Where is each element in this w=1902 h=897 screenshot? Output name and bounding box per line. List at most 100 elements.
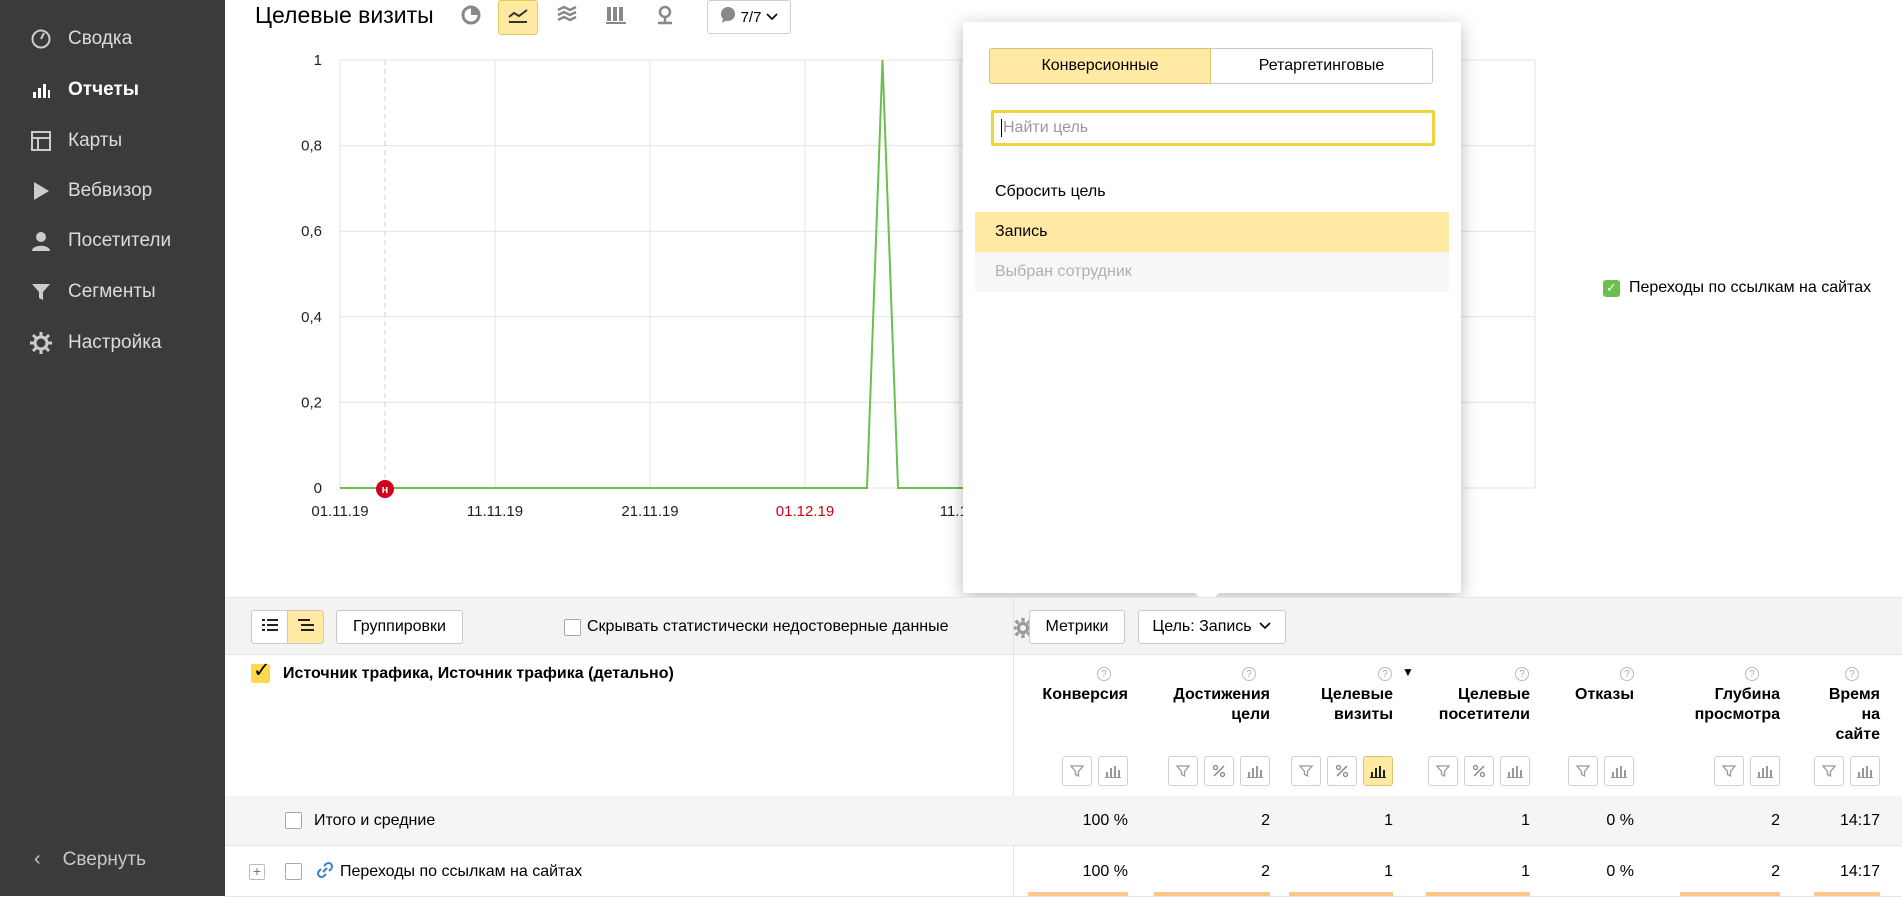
list-view-button[interactable] bbox=[251, 610, 288, 644]
chart-toggle-button[interactable] bbox=[1850, 756, 1880, 786]
metric-header-line: на bbox=[1861, 706, 1880, 723]
y-axis-ticks: 1 0,8 0,6 0,4 0,2 0 bbox=[301, 52, 322, 497]
hide-unreliable-label: Скрывать статистически недостоверные дан… bbox=[587, 618, 949, 635]
sort-desc-icon[interactable]: ▼ bbox=[1402, 665, 1414, 679]
metric-header-line: Достижения bbox=[1173, 686, 1270, 703]
help-icon[interactable]: ? bbox=[1745, 667, 1759, 681]
table-cell: 1 bbox=[1521, 863, 1530, 880]
y-tick-label: 1 bbox=[314, 52, 322, 69]
table-cell: 14:17 bbox=[1839, 812, 1880, 829]
report-toolbar: Группировки Скрывать статистически недос… bbox=[225, 597, 1902, 655]
goal-dropdown-button[interactable]: Цель: Запись bbox=[1138, 610, 1286, 644]
metric-header-line: Целевые bbox=[1320, 686, 1393, 703]
annotation-marker[interactable]: н bbox=[376, 480, 394, 498]
tab-conversion[interactable]: Конверсионные bbox=[989, 48, 1211, 84]
help-icon[interactable]: ? bbox=[1242, 667, 1256, 681]
link-icon bbox=[316, 861, 334, 884]
filter-button[interactable] bbox=[1568, 756, 1598, 786]
annotation-marker-label: н bbox=[382, 484, 389, 496]
y-tick-label: 0,8 bbox=[301, 138, 322, 155]
metric-header-line: Глубина bbox=[1714, 686, 1780, 703]
y-tick-label: 0,4 bbox=[301, 309, 322, 326]
goal-dropdown-label: Цель: Запись bbox=[1152, 618, 1252, 635]
goal-item-reset[interactable]: Сбросить цель bbox=[975, 172, 1449, 212]
grouping-header[interactable]: Источник трафика, Источник трафика (дета… bbox=[251, 658, 674, 683]
metric-header-line: сайте bbox=[1835, 726, 1880, 743]
table-cell: 1 bbox=[1521, 812, 1530, 829]
value-bar bbox=[1426, 892, 1530, 896]
goal-selector-popup: Конверсионные Ретаргетинговые Найти цель… bbox=[963, 22, 1461, 605]
metric-header[interactable]: Глубина просмотра bbox=[1695, 685, 1780, 725]
row-checkbox[interactable] bbox=[285, 812, 302, 829]
metric-header[interactable]: Конверсия bbox=[1042, 685, 1128, 705]
filter-button[interactable] bbox=[1062, 756, 1092, 786]
chart-toggle-button[interactable] bbox=[1098, 756, 1128, 786]
collapse-label: Свернуть bbox=[62, 848, 147, 870]
filter-button[interactable] bbox=[1428, 756, 1458, 786]
table-cell: 0 % bbox=[1606, 812, 1634, 829]
filter-button[interactable] bbox=[1168, 756, 1198, 786]
percent-button[interactable] bbox=[1204, 756, 1234, 786]
metric-header-line: Отказы bbox=[1575, 686, 1634, 703]
help-icon[interactable]: ? bbox=[1620, 667, 1634, 681]
y-tick-label: 0,6 bbox=[301, 223, 322, 240]
filter-button[interactable] bbox=[1714, 756, 1744, 786]
chart-toggle-button[interactable] bbox=[1363, 756, 1393, 786]
metric-header[interactable]: Целевые визиты bbox=[1321, 685, 1393, 725]
chart-toggle-button[interactable] bbox=[1750, 756, 1780, 786]
search-placeholder: Найти цель bbox=[1003, 119, 1089, 136]
goal-search-input[interactable]: Найти цель bbox=[991, 110, 1435, 146]
collapse-sidebar-button[interactable]: ‹ Свернуть bbox=[34, 848, 146, 871]
x-tick-label: 01.11.19 bbox=[311, 503, 368, 520]
tab-retargeting[interactable]: Ретаргетинговые bbox=[1211, 48, 1433, 84]
checkbox-checked-icon bbox=[251, 658, 271, 683]
row-checkbox[interactable] bbox=[285, 863, 302, 880]
filter-button[interactable] bbox=[1814, 756, 1844, 786]
table-cell: 0 % bbox=[1606, 863, 1634, 880]
chart-toggle-button[interactable] bbox=[1240, 756, 1270, 786]
chart-toggle-button[interactable] bbox=[1500, 756, 1530, 786]
metric-header[interactable]: Время на сайте bbox=[1829, 685, 1880, 745]
metric-header-line: посетители bbox=[1438, 706, 1530, 723]
metric-header[interactable]: Отказы bbox=[1575, 685, 1634, 705]
hide-unreliable-toggle[interactable]: Скрывать статистически недостоверные дан… bbox=[564, 618, 949, 636]
table-cell: 2 bbox=[1261, 863, 1270, 880]
total-row-label: Итого и средние bbox=[314, 812, 436, 829]
value-bar bbox=[1289, 892, 1393, 896]
metric-header-line: просмотра bbox=[1694, 706, 1780, 723]
metric-header-line: Целевые bbox=[1457, 686, 1530, 703]
table-cell: 2 bbox=[1771, 863, 1780, 880]
x-axis-ticks: 01.11.19 11.11.19 21.11.19 01.12.19 11.12. bbox=[311, 503, 980, 520]
help-icon[interactable]: ? bbox=[1378, 667, 1392, 681]
table-cell: 2 bbox=[1771, 812, 1780, 829]
table-cell: 2 bbox=[1261, 812, 1270, 829]
tree-view-button[interactable] bbox=[287, 610, 324, 644]
goal-item-disabled: Выбран сотрудник bbox=[975, 252, 1449, 292]
expand-plus-icon[interactable]: + bbox=[249, 864, 265, 880]
percent-button[interactable] bbox=[1327, 756, 1357, 786]
value-bar bbox=[1028, 892, 1128, 896]
filter-button[interactable] bbox=[1291, 756, 1321, 786]
legend-item[interactable]: ✓ Переходы по ссылкам на сайтах bbox=[1603, 279, 1871, 297]
help-icon[interactable]: ? bbox=[1097, 667, 1111, 681]
table-total-row: Итого и средние 100 % 2 1 1 0 % 2 14:17 bbox=[225, 796, 1902, 846]
metric-header[interactable]: Целевые посетители bbox=[1439, 685, 1530, 725]
metrics-button[interactable]: Метрики bbox=[1029, 610, 1125, 644]
groupings-button[interactable]: Группировки bbox=[336, 610, 463, 644]
metric-header[interactable]: Достижения цели bbox=[1173, 685, 1270, 725]
checkbox-checked-icon: ✓ bbox=[1603, 279, 1620, 297]
goal-item-selected[interactable]: Запись bbox=[975, 212, 1449, 252]
table-row[interactable]: + Переходы по ссылкам на сайтах 100 % 2 1 1… bbox=[225, 847, 1902, 897]
chart-toggle-button[interactable] bbox=[1604, 756, 1634, 786]
help-icon[interactable]: ? bbox=[1515, 667, 1529, 681]
metric-header-line: визиты bbox=[1334, 706, 1393, 723]
list-icon bbox=[261, 618, 278, 637]
chevron-down-icon bbox=[1258, 618, 1272, 636]
percent-button[interactable] bbox=[1464, 756, 1494, 786]
metric-header-line: цели bbox=[1231, 706, 1270, 723]
table-cell: 1 bbox=[1384, 863, 1393, 880]
help-icon[interactable]: ? bbox=[1845, 667, 1859, 681]
value-bar bbox=[1154, 892, 1270, 896]
x-tick-label: 11.11.19 bbox=[467, 503, 523, 520]
table-cell: 100 % bbox=[1082, 863, 1128, 880]
